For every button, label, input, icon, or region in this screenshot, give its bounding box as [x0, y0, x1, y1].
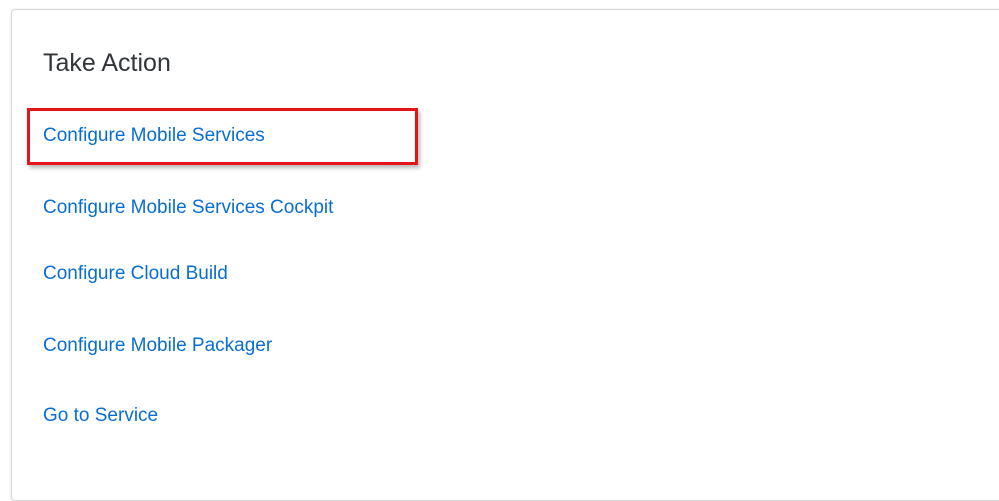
- card-title: Take Action: [43, 49, 171, 77]
- go-to-service-link[interactable]: Go to Service: [43, 404, 158, 428]
- configure-mobile-services-cockpit-link[interactable]: Configure Mobile Services Cockpit: [43, 196, 333, 220]
- configure-mobile-services-link[interactable]: Configure Mobile Services: [43, 124, 265, 148]
- configure-cloud-build-link[interactable]: Configure Cloud Build: [43, 262, 228, 286]
- take-action-card: [11, 9, 999, 501]
- configure-mobile-packager-link[interactable]: Configure Mobile Packager: [43, 334, 272, 358]
